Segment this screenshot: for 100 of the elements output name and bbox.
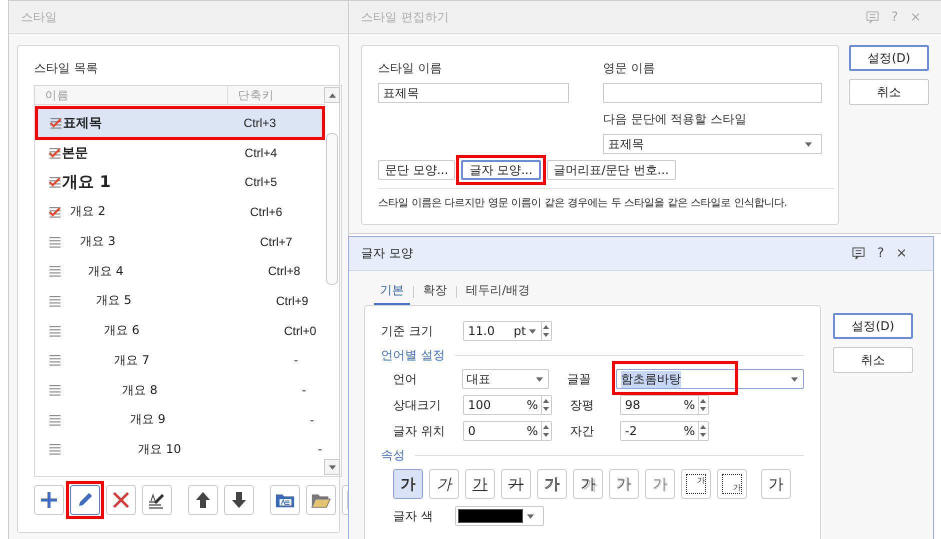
up-button[interactable] xyxy=(188,485,218,515)
font-dropdown[interactable]: 함초롬바탕 xyxy=(616,369,804,389)
spin-arrows-icon[interactable] xyxy=(541,396,551,414)
pick-button[interactable] xyxy=(142,485,172,515)
style-name: 개요 3 xyxy=(80,233,116,250)
language-dropdown[interactable]: 대표 xyxy=(462,369,549,389)
ok-button[interactable]: 설정(D) xyxy=(849,45,929,71)
style-row[interactable]: 개요 6 Ctrl+0 xyxy=(35,316,325,346)
attribute-button[interactable]: 가 xyxy=(429,469,459,499)
spin-arrows-icon[interactable] xyxy=(541,422,551,440)
style-name-field[interactable]: 표제목 xyxy=(378,83,569,103)
ok-button[interactable]: 설정(D) xyxy=(833,313,913,339)
shortcut-text: Ctrl+4 xyxy=(244,146,277,160)
field-label: 자간 xyxy=(569,422,595,440)
spin-arrows-icon[interactable] xyxy=(541,322,551,340)
tab[interactable]: 확장 xyxy=(417,279,453,305)
style-name: 개요 4 xyxy=(88,262,124,280)
style-row[interactable]: 개요 8 - xyxy=(35,375,325,405)
plus-icon xyxy=(39,490,59,510)
attribute-button[interactable]: 가 xyxy=(501,469,531,499)
field-label: 글자 색 xyxy=(392,508,434,524)
close-button[interactable]: × xyxy=(896,246,907,261)
style-name: 개요 2 xyxy=(70,203,106,220)
attribute-button[interactable]: 가 xyxy=(717,469,747,499)
spin-arrows-icon[interactable] xyxy=(698,422,708,440)
window-title: 스타일 xyxy=(21,8,57,26)
style-name: 개요 9 xyxy=(130,411,166,428)
field-label: 글꼴 xyxy=(566,370,592,388)
down-arrow-icon xyxy=(229,490,249,510)
caret-icon xyxy=(791,376,798,382)
color-dropdown[interactable] xyxy=(455,506,544,526)
style-row[interactable]: 개요 2 Ctrl+6 xyxy=(35,197,325,227)
shortcut-text: - xyxy=(310,412,314,427)
style-row[interactable]: 개요 10 - xyxy=(35,434,325,464)
size-spin-field[interactable]: 11.0 pt xyxy=(463,321,552,341)
help-button[interactable]: ? xyxy=(877,246,884,261)
attribute-button[interactable]: 가 xyxy=(393,469,423,499)
delete-icon xyxy=(111,490,131,510)
up-arrow-icon xyxy=(193,490,213,510)
attribute-button[interactable]: 가 xyxy=(609,469,639,499)
field-label: 장평 xyxy=(569,396,595,414)
add-button[interactable] xyxy=(34,485,64,515)
style-row[interactable]: 개요 3 Ctrl+7 xyxy=(35,226,325,256)
style-name: 개요 5 xyxy=(96,292,132,310)
window-title: 스타일 편집하기 xyxy=(361,8,449,26)
section-title: 언어별 설정 xyxy=(381,346,445,364)
percent-spin-field[interactable]: 98 % xyxy=(620,395,709,415)
style-name: 개요 10 xyxy=(138,440,182,458)
cancel-button[interactable]: 취소 xyxy=(849,79,929,105)
caret-icon xyxy=(529,328,536,334)
percent-spin-field[interactable]: -2 % xyxy=(620,421,709,441)
style-row[interactable]: 본문 Ctrl+4 xyxy=(35,138,325,168)
shortcut-text: Ctrl+5 xyxy=(244,175,277,190)
down-button[interactable] xyxy=(224,485,254,515)
spin-arrows-icon[interactable] xyxy=(698,396,708,414)
field-label: 언어 xyxy=(392,370,418,388)
style-row[interactable]: 개요 4 Ctrl+8 xyxy=(35,256,325,286)
attribute-button[interactable]: 가 xyxy=(645,469,675,499)
field-label: 스타일 이름 xyxy=(378,60,443,77)
cancel-button[interactable]: 취소 xyxy=(833,347,913,373)
comment-icon[interactable] xyxy=(852,247,866,260)
dialog-button[interactable]: 문단 모양... xyxy=(378,160,456,180)
shortcut-text: Ctrl+7 xyxy=(260,234,292,249)
caret-icon xyxy=(328,464,336,470)
section-title: 속성 xyxy=(381,446,405,464)
shortcut-text: - xyxy=(318,442,322,456)
style-row[interactable]: 표제목 Ctrl+3 xyxy=(37,108,323,138)
caret-icon xyxy=(805,142,812,146)
shortcut-text: - xyxy=(302,383,306,398)
field-label: 상대크기 xyxy=(392,396,442,414)
tab[interactable]: 테두리/배경 xyxy=(460,279,536,305)
field-label: 글자 위치 xyxy=(392,422,446,440)
style-name: 개요 8 xyxy=(122,382,158,399)
attribute-button[interactable]: 가 xyxy=(681,469,711,499)
english-name-field[interactable] xyxy=(603,83,822,103)
scrollbar[interactable] xyxy=(324,87,340,475)
attribute-button[interactable]: 가 xyxy=(537,469,567,499)
style-name: 개요 6 xyxy=(104,322,140,340)
shortcut-text: - xyxy=(294,353,298,368)
style-row[interactable]: 개요 5 Ctrl+9 xyxy=(35,286,325,316)
delete-button[interactable] xyxy=(106,485,136,515)
dialog-button[interactable]: 글머리표/문단 번호... xyxy=(546,160,676,180)
percent-spin-field[interactable]: 0 % xyxy=(463,421,552,441)
style-row[interactable]: 개요 7 - xyxy=(35,346,325,376)
style-row[interactable]: 개요 1 Ctrl+5 xyxy=(35,167,325,198)
import-button[interactable] xyxy=(270,485,300,515)
field-label: 다음 문단에 적용할 스타일 xyxy=(603,111,748,128)
attribute-button[interactable]: 가 xyxy=(465,469,495,499)
style-name: 본문 xyxy=(62,144,89,162)
caret-icon xyxy=(536,376,543,382)
list-label: 스타일 목록 xyxy=(34,60,99,77)
attribute-button[interactable]: 가 xyxy=(761,469,791,499)
percent-spin-field[interactable]: 100 % xyxy=(463,395,552,415)
field-label: 기준 크기 xyxy=(381,322,434,340)
shortcut-text: Ctrl+3 xyxy=(244,116,276,130)
open-button[interactable] xyxy=(306,485,336,515)
style-row[interactable]: 개요 9 - xyxy=(35,404,325,435)
dialog-button[interactable]: 글자 모양... xyxy=(461,160,541,180)
attribute-button[interactable]: 가 xyxy=(573,469,603,499)
next-style-dropdown[interactable]: 표제목 xyxy=(603,134,822,154)
